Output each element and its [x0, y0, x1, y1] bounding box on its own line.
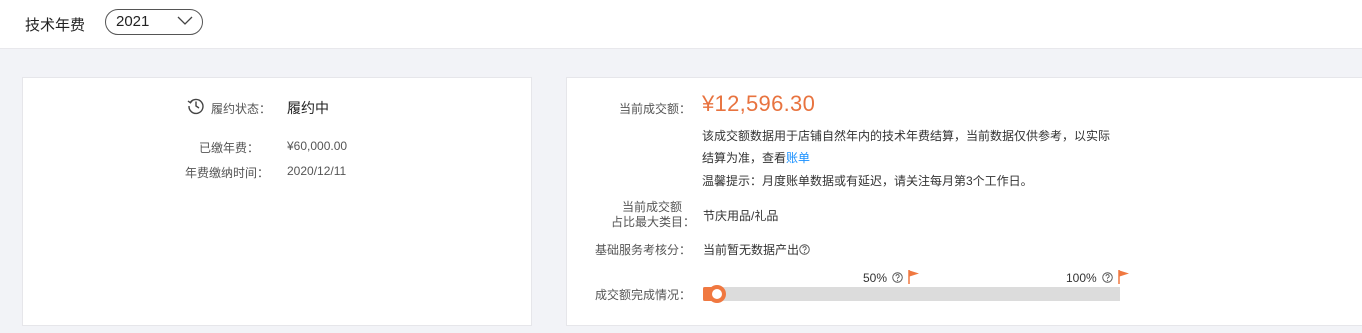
status-label: 履约状态： [211, 102, 272, 116]
gmv-description-line1: 该成交额数据用于店铺自然年内的技术年费结算，当前数据仅供参考，以实际 [702, 129, 1111, 143]
bill-link[interactable]: 账单 [786, 151, 810, 165]
top-category-label-line2: 占比最大类目： [611, 215, 696, 229]
progress-track [703, 285, 1120, 303]
gmv-label: 当前成交额： [619, 102, 692, 116]
page-title: 技术年费 [25, 17, 86, 34]
year-select-value: 2021 [116, 13, 150, 30]
milestone-100-label: 100% [1066, 271, 1113, 285]
status-value: 履约中 [287, 100, 329, 116]
progress-label: 成交额完成情况： [595, 288, 692, 302]
help-icon[interactable] [799, 244, 810, 255]
paid-time-label: 年费缴纳时间： [185, 166, 270, 180]
gmv-card: 当前成交额： ¥12,596.30 该成交额数据用于店铺自然年内的技术年费结算，… [566, 77, 1362, 326]
flag-icon [908, 270, 919, 284]
milestone-50-label: 50% [863, 271, 904, 285]
service-score-value-wrap: 当前暂无数据产出 [703, 241, 810, 258]
clock-history-icon [187, 98, 204, 115]
gmv-description-prefix: 结算为准，查看 [702, 151, 787, 165]
help-icon[interactable] [1102, 272, 1113, 283]
progress-knob [708, 285, 726, 303]
service-score-label: 基础服务考核分： [595, 243, 692, 257]
milestone-100-text: 100% [1066, 271, 1097, 285]
top-category-value: 节庆用品/礼品 [703, 209, 779, 223]
paid-fee-value: ¥60,000.00 [287, 139, 348, 153]
paid-time-value: 2020/12/11 [287, 164, 347, 178]
fee-status-card: 履约状态： 履约中 已缴年费： ¥60,000.00 年费缴纳时间： 2020/… [22, 77, 532, 326]
chevron-down-icon [177, 16, 193, 25]
paid-fee-label: 已缴年费： [199, 141, 260, 155]
milestone-50-text: 50% [863, 271, 888, 285]
year-select[interactable]: 2021 [105, 9, 203, 35]
help-icon[interactable] [892, 272, 904, 283]
service-score-value: 当前暂无数据产出 [703, 243, 800, 257]
top-bar: 技术年费 2021 [0, 0, 1362, 49]
gmv-value: ¥12,596.30 [702, 91, 816, 116]
gmv-description-line2: 结算为准，查看账单 [702, 150, 810, 166]
gmv-tip: 温馨提示：月度账单数据或有延迟，请关注每月第3个工作日。 [702, 174, 1033, 188]
flag-icon [1118, 270, 1129, 284]
